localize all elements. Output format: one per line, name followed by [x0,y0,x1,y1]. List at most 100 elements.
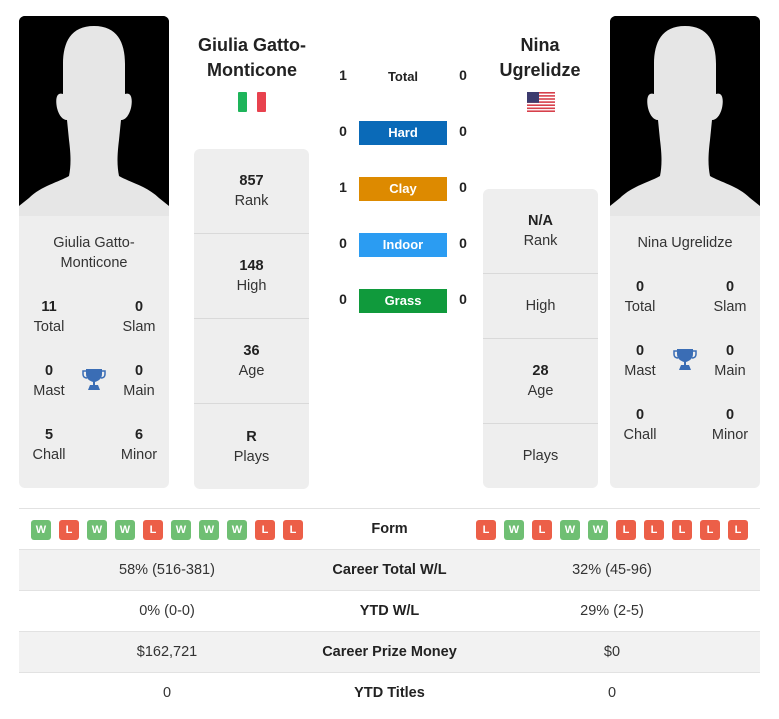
table-row-ytd-wl: 0% (0-0) YTD W/L 29% (2-5) [19,590,760,631]
row-label: YTD Titles [354,685,425,701]
player1-name[interactable]: Giulia Gatto-Monticone [190,33,314,83]
surface-badge-indoor: Indoor [359,233,447,257]
label: Chall [32,447,66,463]
form-badge-loss[interactable]: L [532,520,552,540]
h2h-row-grass: 0 Grass 0 [330,289,475,313]
form-badge-loss[interactable]: L [143,520,163,540]
form-badge-win[interactable]: W [87,520,107,540]
p1-count: 0 [339,123,347,139]
table-row-career-wl: 58% (516-381) Career Total W/L 32% (45-9… [19,549,760,590]
player2-titles-chall: 0 Chall [605,405,675,445]
player2-rank: N/A Rank [483,189,598,274]
form-badge-win[interactable]: W [504,520,524,540]
h2h-row-clay: 1 Clay 0 [330,177,475,201]
value: 5 [44,427,54,443]
player1-titles-minor: 6 Minor [104,425,174,465]
row-label: Career Prize Money [322,644,457,660]
label: Mast [624,363,656,379]
player1-form: WLWWLWWWLL [31,520,303,540]
form-badge-loss[interactable]: L [644,520,664,540]
form-badge-loss[interactable]: L [672,520,692,540]
player1-value: 0 [162,685,172,701]
comparison-table: WLWWLWWWLL Form LWLWWLLLLL 58% (516-381)… [19,508,760,713]
p2-count: 0 [459,123,467,139]
surface-badge-clay: Clay [359,177,447,201]
p1-count: 0 [339,235,347,251]
player2-titles-minor: 0 Minor [695,405,765,445]
label: Main [123,383,155,399]
player2-value: 29% (2-5) [580,603,644,619]
value: 0 [44,363,54,379]
form-badge-win[interactable]: W [588,520,608,540]
label: Minor [120,447,158,463]
player1-titles-card: Giulia Gatto-Monticone 11 Total 0 Slam 0 Ma… [19,216,169,488]
label: Main [714,363,746,379]
label: Slam [122,319,156,335]
form-badge-loss[interactable]: L [616,520,636,540]
form-badge-win[interactable]: W [199,520,219,540]
value: 0 [134,299,144,315]
player2-titles-total: 0 Total [605,277,675,317]
value: 0 [725,279,735,295]
row-label: Career Total W/L [332,562,447,578]
player1-rank: 857 Rank [194,149,309,234]
value: 0 [725,343,735,359]
player1-stats-card: 857 Rank 148 High 36 Age R Plays [194,149,309,489]
row-label: YTD W/L [359,603,420,619]
form-badge-loss[interactable]: L [700,520,720,540]
label: Age [527,383,554,399]
player1-age: 36 Age [194,319,309,404]
form-badge-win[interactable]: W [560,520,580,540]
player2-titles-main: 0 Main [695,341,765,381]
player2-stats-card: N/A Rank High 28 Age Plays [483,189,598,488]
player2-card-name: Nina Ugrelidze [637,235,733,251]
value: 0 [134,363,144,379]
form-badge-win[interactable]: W [227,520,247,540]
table-row-prize-money: $162,721 Career Prize Money $0 [19,631,760,672]
silhouette-icon [19,16,169,216]
p1-count: 1 [339,67,347,83]
player1-photo [19,16,169,216]
value: 148 [239,258,264,274]
table-row-ytd-titles: 0 YTD Titles 0 [19,672,760,713]
label: Slam [713,299,747,315]
player1-titles-chall: 5 Chall [14,425,84,465]
player1-value: 58% (516-381) [119,562,215,578]
silhouette-icon [610,16,760,216]
player1-value: 0% (0-0) [139,603,195,619]
label: Age [238,363,265,379]
form-badge-loss[interactable]: L [59,520,79,540]
form-badge-loss[interactable]: L [476,520,496,540]
form-badge-win[interactable]: W [31,520,51,540]
player1-titles-slam: 0 Slam [104,297,174,337]
form-badge-loss[interactable]: L [255,520,275,540]
p1-count: 0 [339,291,347,307]
player2-name[interactable]: Nina Ugrelidze [480,33,600,83]
form-badge-loss[interactable]: L [728,520,748,540]
player2-value: 32% (45-96) [572,562,652,578]
label: Minor [711,427,749,443]
label: High [525,298,556,314]
h2h-row-hard: 0 Hard 0 [330,121,475,145]
value: R [246,428,257,445]
player2-plays: Plays [483,424,598,488]
player2-high: High [483,274,598,339]
p2-count: 0 [459,235,467,251]
player1-card-name: Giulia Gatto-Monticone [53,235,135,271]
form-badge-loss[interactable]: L [283,520,303,540]
player2-value: $0 [603,644,621,660]
p2-count: 0 [459,179,467,195]
h2h-row-total: 1 Total 0 [330,65,475,89]
form-badge-win[interactable]: W [115,520,135,540]
label: Mast [33,383,65,399]
form-badge-win[interactable]: W [171,520,191,540]
player1-plays: R Plays [194,404,309,489]
player2-value: 0 [607,685,617,701]
player2-age: 28 Age [483,339,598,424]
label: High [236,278,267,294]
label: Chall [623,427,657,443]
label: Plays [522,448,559,464]
value: N/A [528,213,553,229]
label: Total [624,299,656,315]
h2h-row-indoor: 0 Indoor 0 [330,233,475,257]
